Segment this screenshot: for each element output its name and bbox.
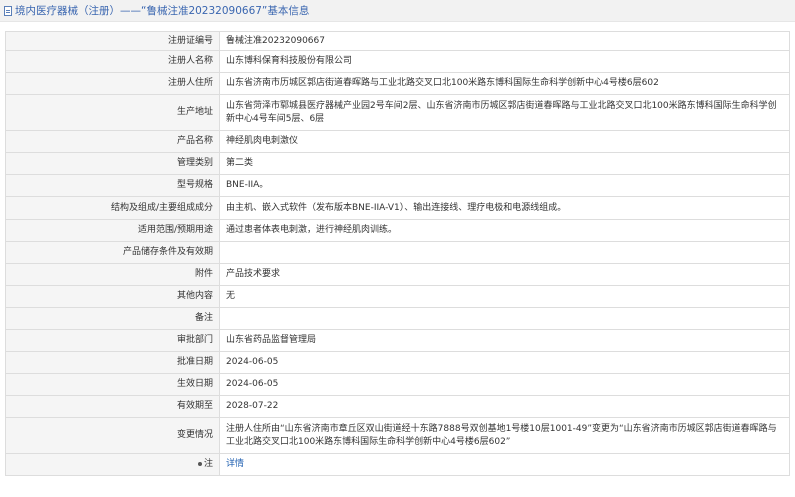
field-label: 附件: [5, 263, 220, 286]
table-row: 批准日期 2024-06-05: [5, 351, 790, 374]
table-row: 产品储存条件及有效期: [5, 241, 790, 264]
field-value: 无: [219, 285, 790, 308]
page-title: 境内医疗器械（注册）——“鲁械注准20232090667”基本信息: [15, 5, 310, 17]
field-label: 管理类别: [5, 152, 220, 175]
field-value: [219, 241, 790, 264]
field-label: 产品储存条件及有效期: [5, 241, 220, 264]
table-row: 注册证编号 鲁械注准20232090667: [5, 31, 790, 51]
table-row: 注 详情: [5, 453, 790, 476]
field-label: 有效期至: [5, 395, 220, 418]
table-row: 适用范围/预期用途 通过患者体表电刺激，进行神经肌肉训练。: [5, 219, 790, 242]
table-row: 结构及组成/主要组成成分 由主机、嵌入式软件（发布版本BNE-IIA-V1）、输…: [5, 196, 790, 220]
field-value: 神经肌肉电刺激仪: [219, 130, 790, 153]
note-label-cell: 注: [5, 453, 220, 476]
field-label: 变更情况: [5, 417, 220, 454]
table-row: 变更情况 注册人住所由“山东省济南市章丘区双山街道经十东路7888号双创基地1号…: [5, 417, 790, 454]
field-value: [219, 307, 790, 330]
field-value: 通过患者体表电刺激，进行神经肌肉训练。: [219, 219, 790, 242]
note-value-cell: 详情: [219, 453, 790, 476]
field-value: 由主机、嵌入式软件（发布版本BNE-IIA-V1）、输出连接线、理疗电极和电源线…: [219, 196, 790, 220]
table-row: 备注: [5, 307, 790, 330]
field-label: 生效日期: [5, 373, 220, 396]
field-label: 备注: [5, 307, 220, 330]
document-icon: [4, 5, 12, 16]
page-header: 境内医疗器械（注册）——“鲁械注准20232090667”基本信息: [0, 0, 795, 22]
field-label: 批准日期: [5, 351, 220, 374]
field-label: 其他内容: [5, 285, 220, 308]
field-label: 审批部门: [5, 329, 220, 352]
field-value: 山东省济南市历城区郭店街道春晖路与工业北路交叉口北100米路东博科国际生命科学创…: [219, 72, 790, 95]
field-value: 2028-07-22: [219, 395, 790, 418]
field-value: 2024-06-05: [219, 351, 790, 374]
field-value: 山东省药品监督管理局: [219, 329, 790, 352]
table-row: 注册人名称 山东博科保育科技股份有限公司: [5, 50, 790, 73]
table-row: 产品名称 神经肌肉电刺激仪: [5, 130, 790, 153]
table-row: 有效期至 2028-07-22: [5, 395, 790, 418]
field-label: 产品名称: [5, 130, 220, 153]
field-label: 型号规格: [5, 174, 220, 197]
field-value: BNE-IIA。: [219, 174, 790, 197]
note-label: 注: [203, 459, 213, 469]
field-value: 第二类: [219, 152, 790, 175]
pin-icon: [197, 461, 202, 466]
field-value: 山东省菏泽市郓城县医疗器械产业园2号车间2层、山东省济南市历城区郭店街道春晖路与…: [219, 94, 790, 131]
field-value: 产品技术要求: [219, 263, 790, 286]
field-label: 注册人住所: [5, 72, 220, 95]
field-label: 适用范围/预期用途: [5, 219, 220, 242]
field-label: 注册证编号: [5, 31, 220, 51]
field-value: 注册人住所由“山东省济南市章丘区双山街道经十东路7888号双创基地1号楼10层1…: [219, 417, 790, 454]
field-label: 生产地址: [5, 94, 220, 131]
table-row: 管理类别 第二类: [5, 152, 790, 175]
table-row: 附件 产品技术要求: [5, 263, 790, 286]
table-row: 生效日期 2024-06-05: [5, 373, 790, 396]
info-table: 注册证编号 鲁械注准20232090667 注册人名称 山东博科保育科技股份有限…: [5, 31, 790, 476]
field-value: 2024-06-05: [219, 373, 790, 396]
table-row: 型号规格 BNE-IIA。: [5, 174, 790, 197]
field-label: 结构及组成/主要组成成分: [5, 196, 220, 220]
table-row: 生产地址 山东省菏泽市郓城县医疗器械产业园2号车间2层、山东省济南市历城区郭店街…: [5, 94, 790, 131]
field-value: 山东博科保育科技股份有限公司: [219, 50, 790, 73]
table-row: 注册人住所 山东省济南市历城区郭店街道春晖路与工业北路交叉口北100米路东博科国…: [5, 72, 790, 95]
field-value: 鲁械注准20232090667: [219, 31, 790, 51]
details-link[interactable]: 详情: [226, 459, 244, 469]
table-row: 审批部门 山东省药品监督管理局: [5, 329, 790, 352]
table-row: 其他内容 无: [5, 285, 790, 308]
field-label: 注册人名称: [5, 50, 220, 73]
